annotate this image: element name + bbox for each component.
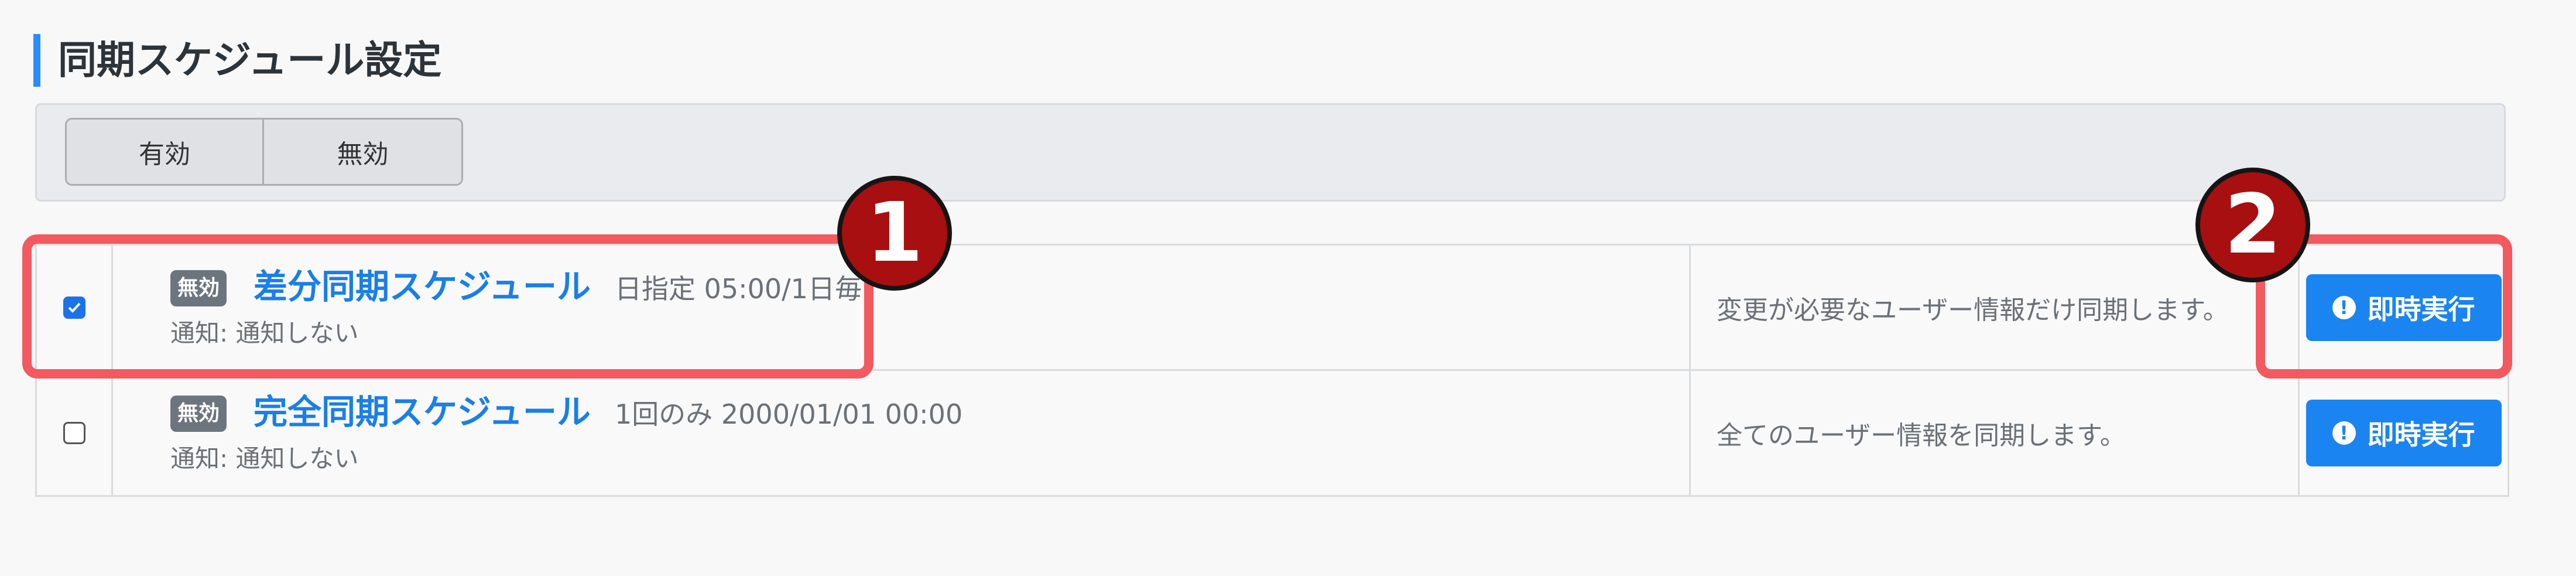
row-checkbox[interactable] — [63, 296, 85, 319]
schedule-text: 1回のみ 2000/01/01 00:00 — [615, 398, 963, 430]
row-select-cell — [37, 371, 113, 495]
checkmark-icon — [68, 302, 80, 313]
table-row: 無効 完全同期スケジュール 1回のみ 2000/01/01 00:00 通知: … — [37, 371, 2508, 495]
callout-badge-2: 2 — [2195, 168, 2310, 282]
notification-text: 通知: 通知しない — [170, 444, 359, 473]
schedule-table: 無効 差分同期スケジュール 日指定 05:00/1日毎 通知: 通知しない 変更… — [35, 244, 2509, 497]
disable-button[interactable]: 無効 — [264, 118, 463, 186]
exclamation-circle-icon: ! — [2332, 421, 2356, 445]
table-row: 無効 差分同期スケジュール 日指定 05:00/1日毎 通知: 通知しない 変更… — [37, 246, 2508, 371]
run-now-label: 即時実行 — [2367, 419, 2475, 451]
schedule-name-link[interactable]: 差分同期スケジュール — [254, 263, 591, 310]
status-badge: 無効 — [170, 396, 227, 432]
callout-badge-1: 1 — [837, 176, 952, 291]
toolbar: 有効 無効 — [35, 103, 2506, 202]
run-now-label: 即時実行 — [2367, 293, 2475, 325]
run-now-button[interactable]: ! 即時実行 — [2306, 274, 2502, 341]
status-badge: 無効 — [170, 270, 227, 306]
enable-disable-button-group: 有効 無効 — [65, 118, 463, 186]
schedule-name-link[interactable]: 完全同期スケジュール — [254, 388, 591, 435]
action-cell: ! 即時実行 — [2300, 371, 2508, 495]
run-now-button[interactable]: ! 即時実行 — [2306, 400, 2502, 466]
description-cell: 全てのユーザー情報を同期します。 — [1691, 371, 2300, 495]
row-select-cell — [37, 246, 113, 369]
enable-button[interactable]: 有効 — [65, 118, 264, 186]
action-cell: ! 即時実行 — [2300, 246, 2508, 369]
description-cell: 変更が必要なユーザー情報だけ同期します。 — [1691, 246, 2300, 369]
page-title: 同期スケジュール設定 — [33, 34, 441, 87]
schedule-text: 日指定 05:00/1日毎 — [615, 273, 862, 305]
exclamation-circle-icon: ! — [2332, 295, 2356, 319]
schedule-info-cell: 無効 完全同期スケジュール 1回のみ 2000/01/01 00:00 通知: … — [113, 371, 1691, 495]
notification-text: 通知: 通知しない — [170, 319, 359, 347]
row-checkbox[interactable] — [63, 422, 85, 444]
